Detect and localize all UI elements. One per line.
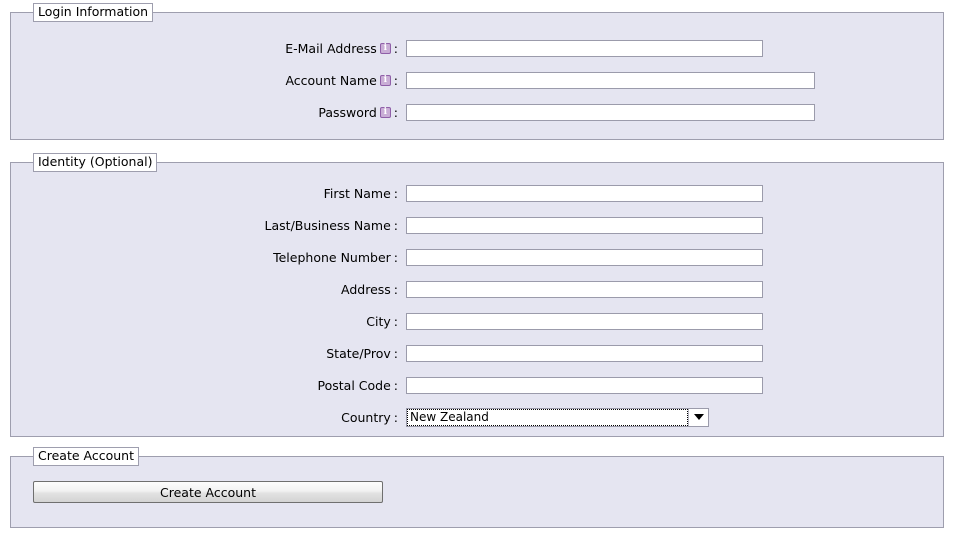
first-name-input[interactable] [406, 184, 763, 202]
login-fields: E-Mail Address : Account Name : Password [11, 13, 943, 128]
postal-code-input[interactable] [406, 376, 763, 394]
create-account-legend: Create Account [33, 447, 139, 466]
country-label-text: Country [341, 409, 391, 425]
state-prov-row: State/Prov : [11, 337, 943, 369]
identity-panel: Identity (Optional) First Name : Last/Bu… [10, 153, 944, 437]
email-address-row: E-Mail Address : [11, 32, 943, 64]
account-name-input[interactable] [406, 71, 815, 89]
postal-code-label: Postal Code : [11, 378, 398, 393]
last-business-name-label: Last/Business Name : [11, 218, 398, 233]
address-input[interactable] [406, 280, 763, 298]
country-label: Country : [11, 410, 398, 425]
label-colon: : [393, 249, 398, 265]
login-information-panel: Login Information E-Mail Address : Accou… [10, 3, 944, 140]
country-select[interactable]: New Zealand [406, 407, 709, 427]
first-name-label: First Name : [11, 186, 398, 201]
state-prov-label-text: State/Prov [326, 345, 391, 361]
label-colon: : [393, 104, 398, 120]
city-row: City : [11, 305, 943, 337]
password-row: Password : [11, 96, 943, 128]
info-icon[interactable] [379, 74, 391, 86]
password-label-text: Password [318, 104, 377, 120]
label-colon: : [393, 345, 398, 361]
address-label: Address : [11, 282, 398, 297]
last-business-name-row: Last/Business Name : [11, 209, 943, 241]
label-colon: : [393, 409, 398, 425]
create-account-panel: Create Account Create Account [10, 447, 944, 528]
password-label: Password : [11, 105, 398, 120]
postal-code-label-text: Postal Code [317, 377, 391, 393]
account-name-label-text: Account Name [285, 72, 377, 88]
identity-fields: First Name : Last/Business Name : Teleph… [11, 163, 943, 433]
label-colon: : [393, 313, 398, 329]
state-prov-label: State/Prov : [11, 346, 398, 361]
last-business-name-input[interactable] [406, 216, 763, 234]
info-icon[interactable] [379, 42, 391, 54]
chevron-down-icon[interactable] [688, 408, 708, 426]
create-account-button[interactable]: Create Account [33, 481, 383, 503]
country-row: Country : New Zealand [11, 401, 943, 433]
label-colon: : [393, 40, 398, 56]
address-label-text: Address [341, 281, 391, 297]
password-input[interactable] [406, 103, 815, 121]
telephone-number-label: Telephone Number : [11, 250, 398, 265]
account-name-row: Account Name : [11, 64, 943, 96]
account-registration-form: Login Information E-Mail Address : Accou… [0, 0, 954, 543]
country-select-value[interactable]: New Zealand [407, 408, 688, 426]
email-address-label: E-Mail Address : [11, 41, 398, 56]
city-input[interactable] [406, 312, 763, 330]
city-label: City : [11, 314, 398, 329]
telephone-number-label-text: Telephone Number [273, 249, 391, 265]
info-icon[interactable] [379, 106, 391, 118]
city-label-text: City [366, 313, 391, 329]
first-name-row: First Name : [11, 177, 943, 209]
label-colon: : [393, 377, 398, 393]
first-name-label-text: First Name [323, 185, 391, 201]
label-colon: : [393, 185, 398, 201]
postal-code-row: Postal Code : [11, 369, 943, 401]
email-address-input[interactable] [406, 39, 763, 57]
address-row: Address : [11, 273, 943, 305]
telephone-number-row: Telephone Number : [11, 241, 943, 273]
email-address-label-text: E-Mail Address [285, 40, 377, 56]
label-colon: : [393, 72, 398, 88]
telephone-number-input[interactable] [406, 248, 763, 266]
label-colon: : [393, 281, 398, 297]
last-business-name-label-text: Last/Business Name [264, 217, 391, 233]
state-prov-input[interactable] [406, 344, 763, 362]
label-colon: : [393, 217, 398, 233]
account-name-label: Account Name : [11, 73, 398, 88]
